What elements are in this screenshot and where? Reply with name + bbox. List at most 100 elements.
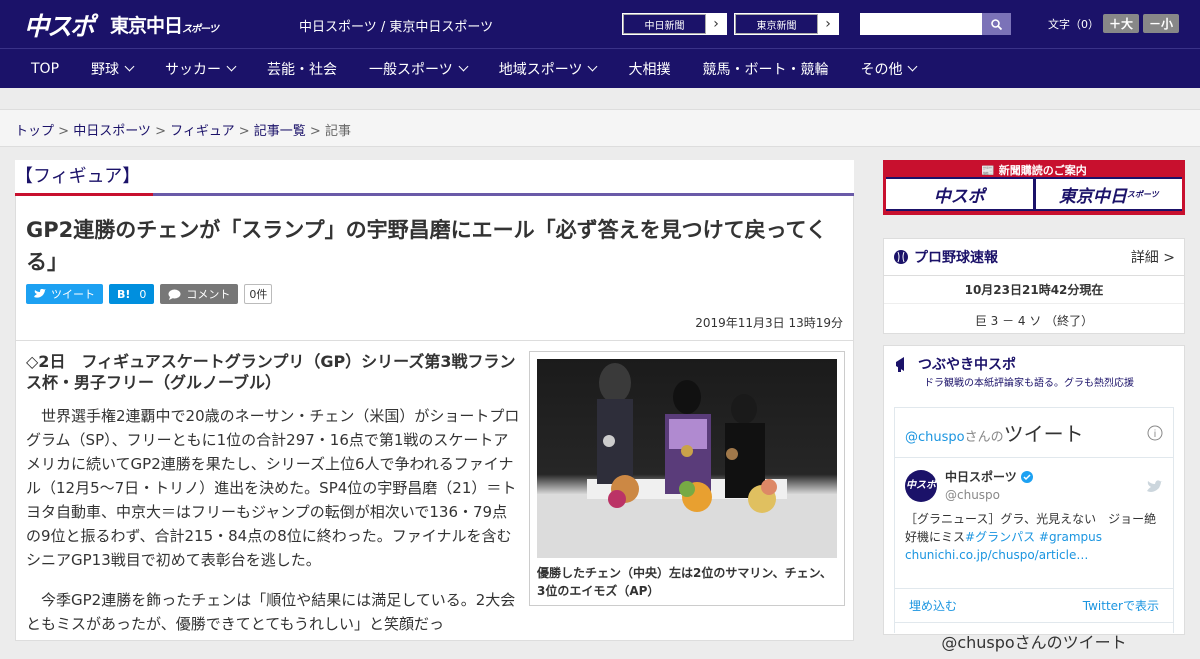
timeline-user-suffix: さんの bbox=[964, 430, 1004, 445]
baseball-score[interactable]: 巨 3 － 4 ソ （終了） bbox=[884, 304, 1184, 329]
nav-top[interactable]: TOP bbox=[31, 61, 59, 77]
twitter-bird-icon[interactable] bbox=[1147, 479, 1163, 493]
twitter-title-text: つぶやき中スポ bbox=[918, 357, 1016, 373]
twitter-widget-sub: ドラ観戦の本紙評論家も語る。グラも熱烈応援 bbox=[924, 378, 1134, 389]
hatena-button[interactable]: B! 0 bbox=[109, 284, 155, 304]
tokyo-chunichi-logo[interactable]: 東京中日スポーツ bbox=[110, 11, 219, 38]
megaphone-icon bbox=[896, 357, 904, 372]
baseball-time: 10月23日21時42分現在 bbox=[884, 276, 1184, 304]
timeline-user[interactable]: @chuspo bbox=[905, 430, 965, 445]
ad-tokyo-text: 東京中日 bbox=[1058, 186, 1127, 207]
timeline-label: ツイート bbox=[1003, 422, 1084, 446]
font-size-control: 文字（0） ＋大 －小 bbox=[1048, 14, 1180, 33]
logo2-text: 東京中日 bbox=[110, 15, 183, 37]
ad-chuspo[interactable]: 中スポ bbox=[886, 179, 1033, 209]
twitter-widget-header: つぶやき中スポ ドラ観戦の本紙評論家も語る。グラも熱烈応援 bbox=[884, 346, 1184, 397]
comment-count: 0件 bbox=[244, 284, 273, 304]
nav-soccer[interactable]: サッカー bbox=[165, 59, 237, 79]
font-bigger-button[interactable]: ＋大 bbox=[1103, 14, 1140, 33]
chunichi-shimbun-button[interactable]: 中日新聞 › bbox=[622, 13, 727, 35]
article-body: ◇2日 フィギュアスケートグランプリ（GP）シリーズ第3戦フランス杯・男子フリー… bbox=[15, 341, 854, 641]
breadcrumb-top[interactable]: トップ bbox=[15, 124, 54, 139]
nav-label: 地域スポーツ bbox=[498, 61, 583, 78]
article-figure: 優勝したチェン（中央）左は2位のサマリン、チェン、3位のエイモズ（AP） bbox=[529, 351, 845, 606]
sidebar: 📰 新聞購読のご案内 中スポ 東京中日 スポーツ プロ野球速報 詳細 > 10月23日… bbox=[883, 160, 1185, 652]
breadcrumb-list[interactable]: 記事一覧 bbox=[254, 124, 306, 139]
comment-button[interactable]: コメント bbox=[160, 284, 239, 304]
timeline-header: @chuspoさんのツイート i bbox=[895, 408, 1173, 458]
view-on-twitter-link[interactable]: Twitterで表示 bbox=[1083, 597, 1159, 614]
subscription-title: 📰 新聞購読のご案内 bbox=[886, 162, 1182, 177]
nav-sumo[interactable]: 大相撲 bbox=[628, 59, 670, 79]
main-nav: TOP 野球 サッカー 芸能・社会 一般スポーツ 地域スポーツ 大相撲 競馬・ボ… bbox=[0, 48, 1200, 88]
nav-entertainment[interactable]: 芸能・社会 bbox=[267, 59, 337, 79]
nav-label: 一般スポーツ bbox=[369, 61, 453, 78]
baseball-header: プロ野球速報 詳細 > bbox=[884, 239, 1184, 276]
chuspo-logo[interactable]: 中スポ bbox=[24, 7, 95, 43]
tweet-hashtags[interactable]: #グランパス #grampus bbox=[965, 530, 1102, 544]
share-bar: ツイート B! 0 コメント 0件 bbox=[26, 284, 843, 304]
nav-label: 野球 bbox=[91, 61, 120, 78]
timeline-actions: 埋め込む Twitterで表示 bbox=[895, 588, 1173, 622]
article-title: GP2連勝のチェンが「スランプ」の宇野昌磨にエール「必ず答えを見つけて戻ってくる… bbox=[26, 218, 827, 274]
ad-tokyo[interactable]: 東京中日 スポーツ bbox=[1035, 179, 1182, 209]
ad-logos: 中スポ 東京中日 スポーツ bbox=[886, 177, 1182, 211]
tweet-user[interactable]: 中スポ 中日スポーツ @chuspo bbox=[905, 468, 1163, 504]
comment-icon bbox=[168, 289, 181, 300]
chevron-down-icon bbox=[458, 61, 469, 72]
nav-baseball[interactable]: 野球 bbox=[91, 59, 135, 79]
subscription-banner[interactable]: 📰 新聞購読のご案内 中スポ 東京中日 スポーツ bbox=[883, 160, 1185, 215]
search-button[interactable] bbox=[982, 13, 1011, 35]
avatar: 中スポ bbox=[905, 470, 937, 502]
breadcrumb-figure[interactable]: フィギュア bbox=[170, 124, 234, 139]
nav-label: 大相撲 bbox=[628, 61, 671, 78]
header-gap bbox=[0, 88, 1200, 110]
podium-photo[interactable] bbox=[537, 359, 837, 558]
twitter-widget: つぶやき中スポ ドラ観戦の本紙評論家も語る。グラも熱烈応援 @chuspoさんの… bbox=[883, 345, 1185, 652]
tweet: 中スポ 中日スポーツ @chuspo ［グラニュース］グラ、光見えない ジョー絶好機… bbox=[895, 458, 1173, 574]
paragraph-2: 今季GP2連勝を飾ったチェンは「順位や結果には満足している。2大会ともミスがあっ… bbox=[26, 591, 516, 633]
font-size-label: 文字（0） bbox=[1048, 17, 1099, 31]
nav-label: 競馬・ボート・競輪 bbox=[702, 61, 829, 78]
hatena-count: 0 bbox=[139, 287, 147, 301]
timeline-footer[interactable]: @chuspoさんのツイート bbox=[895, 622, 1173, 659]
chevron-down-icon bbox=[124, 61, 135, 72]
embed-link[interactable]: 埋め込む bbox=[909, 597, 957, 614]
tweet-name-row: 中日スポーツ bbox=[945, 468, 1033, 486]
nav-general-sports[interactable]: 一般スポーツ bbox=[369, 59, 469, 79]
nav-other[interactable]: その他 bbox=[860, 59, 918, 79]
tweet-link[interactable]: chunichi.co.jp/chuspo/article… bbox=[905, 546, 1163, 564]
twitter-timeline: @chuspoさんのツイート i 中スポ 中日スポーツ @chuspo ［グラニュース… bbox=[894, 407, 1174, 652]
baseball-title-text: プロ野球速報 bbox=[914, 250, 998, 266]
photo-caption: 優勝したチェン（中央）左は2位のサマリン、チェン、3位のエイモズ（AP） bbox=[537, 566, 832, 598]
comment-label: コメント bbox=[186, 288, 231, 301]
paragraph-1: 世界選手権2連覇中で20歳のネーサン・チェン（米国）がショートプログラム（SP）… bbox=[26, 407, 520, 569]
font-smaller-button[interactable]: －小 bbox=[1143, 14, 1180, 33]
nav-local-sports[interactable]: 地域スポーツ bbox=[498, 59, 598, 79]
site-name: 中日スポーツ / 東京中日スポーツ bbox=[299, 20, 494, 35]
logo2-small: スポーツ bbox=[182, 24, 219, 35]
info-icon[interactable]: i bbox=[1147, 425, 1163, 441]
chevron-down-icon bbox=[226, 61, 237, 72]
baseball-detail-link[interactable]: 詳細 > bbox=[1131, 247, 1175, 267]
ad-title-text: 新聞購読のご案内 bbox=[998, 164, 1087, 177]
chevron-right-icon: › bbox=[713, 16, 719, 32]
site-header: 中スポ 東京中日スポーツ 中日スポーツ / 東京中日スポーツ 中日新聞 › 東京新… bbox=[0, 0, 1200, 48]
tokyo-shimbun-button[interactable]: 東京新聞 › bbox=[734, 13, 839, 35]
tweet-button[interactable]: ツイート bbox=[26, 284, 103, 304]
chevron-down-icon bbox=[588, 61, 598, 72]
twitter-icon bbox=[34, 289, 46, 298]
search-icon bbox=[991, 18, 1002, 30]
breadcrumb-current: 記事 bbox=[324, 124, 351, 139]
baseball-icon bbox=[894, 250, 908, 264]
skaters-illustration bbox=[537, 363, 837, 558]
category-title: 【フィギュア】 bbox=[15, 160, 854, 196]
search-input[interactable] bbox=[860, 13, 982, 35]
baseball-scores: プロ野球速報 詳細 > 10月23日21時42分現在 巨 3 － 4 ソ （終了） bbox=[883, 238, 1185, 334]
tweet-handle: @chuspo bbox=[945, 488, 1001, 502]
publish-date: 2019年11月3日 13時19分 bbox=[695, 316, 843, 330]
newspaper-icon: 📰 bbox=[981, 164, 995, 177]
breadcrumb-chuspo[interactable]: 中日スポーツ bbox=[73, 124, 151, 139]
nav-racing[interactable]: 競馬・ボート・競輪 bbox=[702, 59, 828, 79]
ad-tokyo-small: スポーツ bbox=[1126, 189, 1159, 199]
